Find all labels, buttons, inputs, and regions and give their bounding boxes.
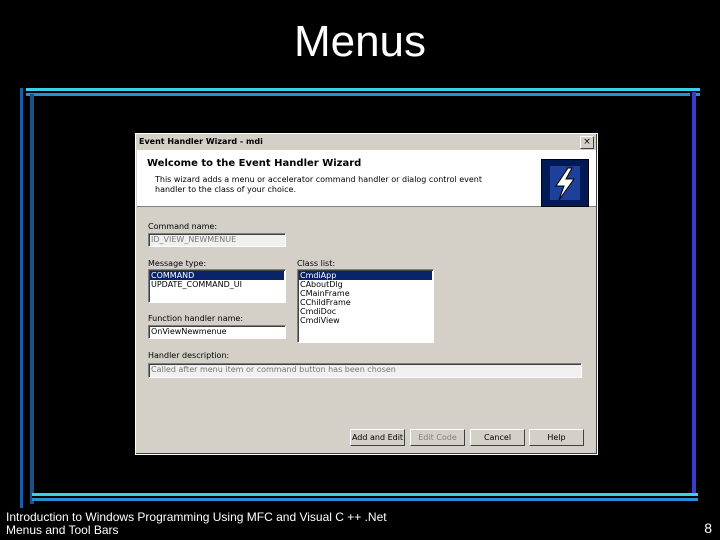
list-item[interactable]: CMainFrame (299, 289, 432, 298)
wizard-header: Welcome to the Event Handler Wizard This… (137, 151, 596, 207)
cancel-button[interactable]: Cancel (470, 429, 525, 446)
add-and-edit-button[interactable]: Add and Edit (350, 429, 405, 446)
slide-footer: Introduction to Windows Programming Usin… (6, 511, 387, 537)
wizard-heading: Welcome to the Event Handler Wizard (147, 158, 362, 169)
page-number: 8 (704, 520, 712, 536)
dialog-title: Event Handler Wizard - mdi (139, 137, 263, 146)
left-inner-divider (30, 94, 34, 504)
list-item[interactable]: CAboutDlg (299, 280, 432, 289)
event-handler-wizard-dialog: Event Handler Wizard - mdi × Welcome to … (135, 133, 598, 455)
dialog-titlebar[interactable]: Event Handler Wizard - mdi × (137, 135, 596, 151)
handler-description-field: Called after menu item or command button… (148, 363, 582, 378)
handler-description-label: Handler description: (148, 351, 230, 360)
list-item[interactable]: UPDATE_COMMAND_UI (150, 280, 284, 289)
function-handler-input[interactable]: OnViewNewmenue (148, 325, 286, 339)
command-name-field[interactable]: ID_VIEW_NEWMENUE (148, 233, 286, 247)
list-item[interactable]: CmdiView (299, 316, 432, 325)
message-type-list[interactable]: COMMAND UPDATE_COMMAND_UI (148, 269, 286, 303)
list-item[interactable]: CmdiApp (299, 271, 432, 280)
top-divider (20, 88, 700, 96)
class-list[interactable]: CmdiApp CAboutDlg CMainFrame CChildFrame… (297, 269, 434, 343)
bottom-divider (32, 493, 698, 501)
left-divider (20, 88, 26, 508)
footer-chapter-title: Menus and Tool Bars (6, 523, 119, 537)
slide-title: Menus (293, 17, 427, 66)
wizard-description: This wizard adds a menu or accelerator c… (155, 175, 482, 194)
close-button[interactable]: × (580, 136, 594, 149)
message-type-label: Message type: (148, 259, 207, 268)
list-item[interactable]: CChildFrame (299, 298, 432, 307)
lightning-icon (541, 159, 589, 207)
help-button[interactable]: Help (529, 429, 584, 446)
command-name-label: Command name: (148, 222, 218, 231)
edit-code-button[interactable]: Edit Code (410, 429, 465, 446)
class-list-label: Class list: (297, 259, 336, 268)
close-icon: × (583, 137, 591, 147)
right-divider (690, 92, 696, 498)
list-item[interactable]: COMMAND (150, 271, 284, 280)
list-item[interactable]: CmdiDoc (299, 307, 432, 316)
function-handler-label: Function handler name: (148, 314, 244, 323)
